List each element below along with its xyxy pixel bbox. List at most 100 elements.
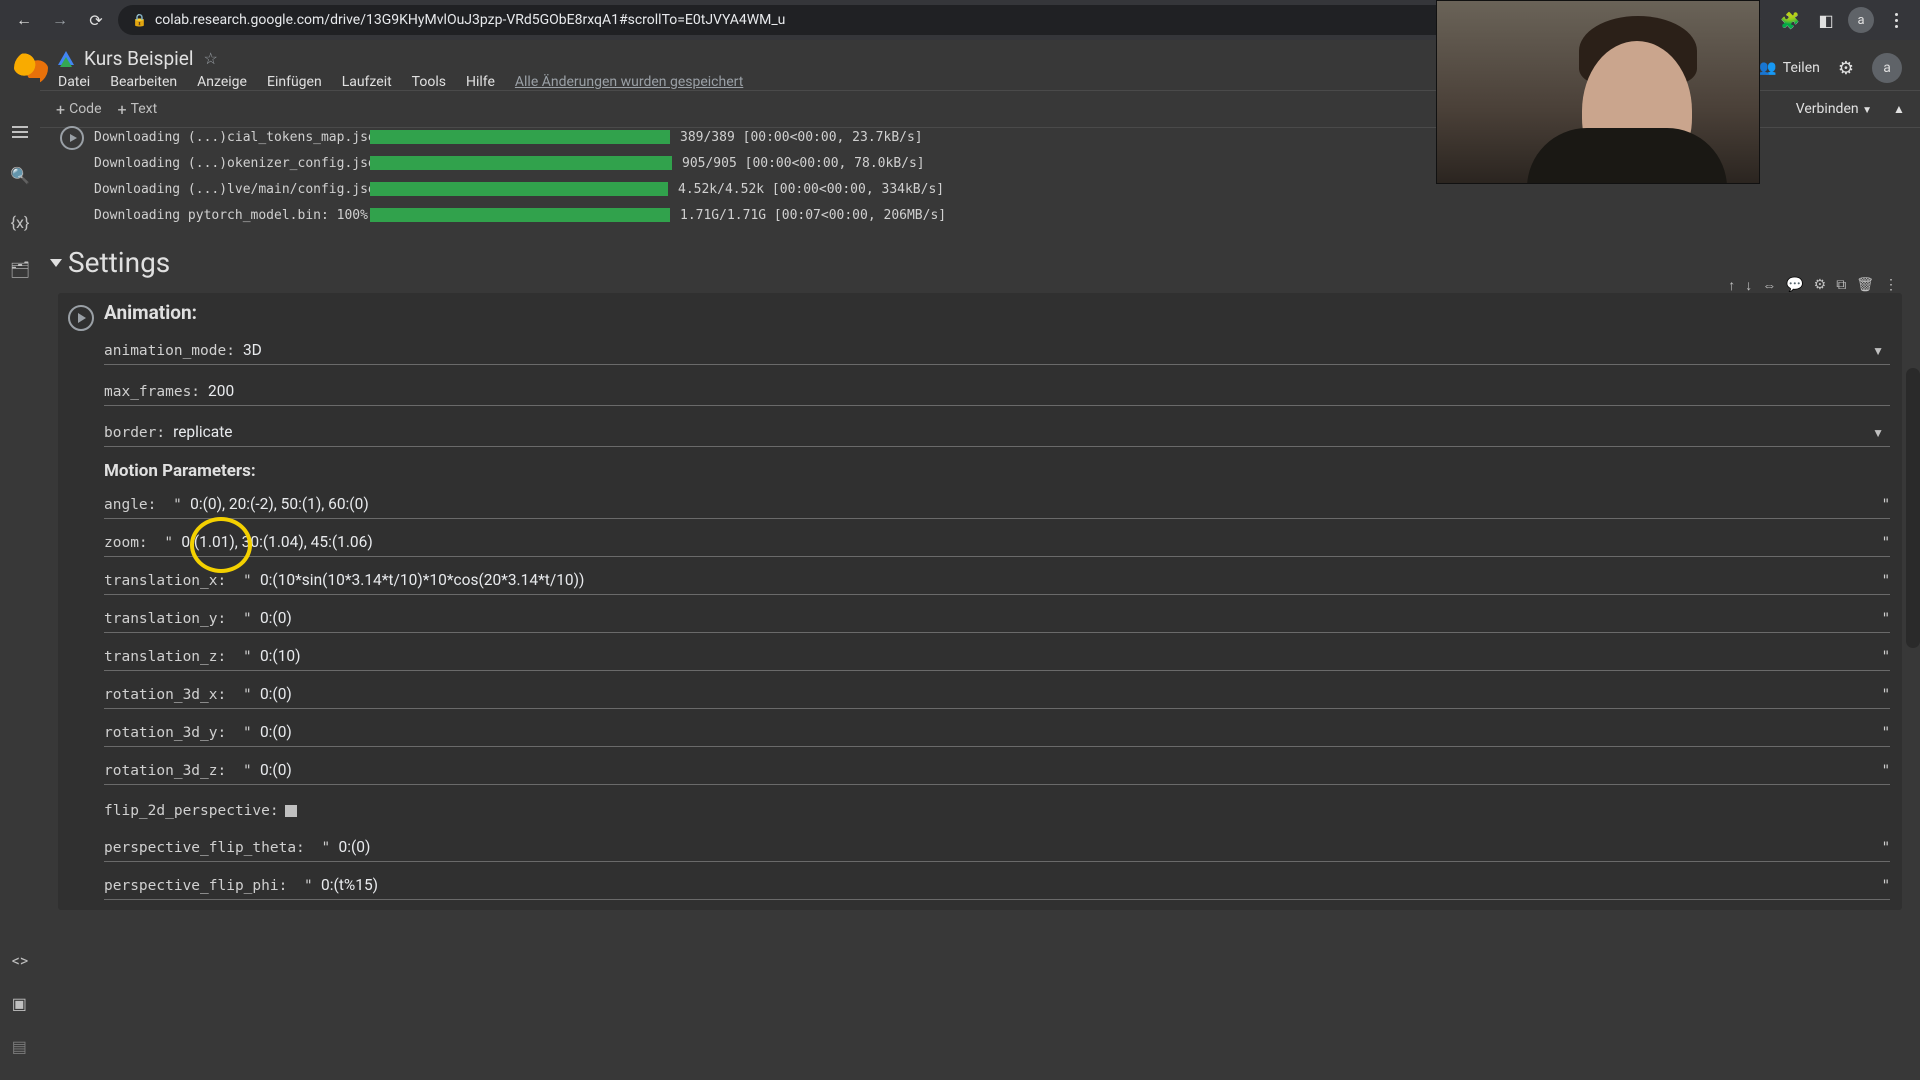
label: rotation_3d_x: <box>104 687 226 708</box>
label: max_frames: <box>104 384 200 405</box>
add-comment-icon[interactable]: 💬 <box>1786 277 1803 294</box>
command-palette-icon[interactable]: ▤ <box>12 1037 29 1056</box>
menu-tools[interactable]: Tools <box>412 74 446 90</box>
chevron-down-icon: ▼ <box>1872 344 1890 364</box>
open-quote: " <box>226 649 260 670</box>
notebook-main: Downloading (...)cial_tokens_map.json: 1… <box>40 118 1920 1080</box>
label: translation_y: <box>104 611 226 632</box>
value: 0:(1.01), 30:(1.04), 45:(1.06) <box>181 533 1881 556</box>
reload-icon[interactable]: ⟳ <box>82 6 110 34</box>
side-panel-icon[interactable]: ◧ <box>1812 6 1840 34</box>
close-quote: " <box>1882 573 1890 594</box>
value: 3D <box>235 338 1872 364</box>
close-quote: " <box>1882 840 1890 861</box>
field-border[interactable]: border: replicate ▼ <box>104 420 1890 447</box>
field-flip-2d-perspective[interactable]: flip_2d_perspective: <box>104 803 1890 824</box>
field-translation-y[interactable]: translation_y: " 0:(0) " <box>104 609 1890 633</box>
open-quote: " <box>156 497 190 518</box>
value: replicate <box>165 420 1872 446</box>
progress-bar <box>370 182 668 196</box>
menu-icon[interactable] <box>1882 6 1910 34</box>
add-code-button[interactable]: +Code <box>56 100 102 119</box>
value: 0:(10) <box>260 647 1882 670</box>
progress-bar <box>370 156 672 170</box>
field-perspective-flip-phi[interactable]: perspective_flip_phi: " 0:(t%15) " <box>104 876 1890 900</box>
field-max-frames[interactable]: max_frames: 200 <box>104 379 1890 406</box>
save-status[interactable]: Alle Änderungen wurden gespeichert <box>515 74 743 90</box>
field-perspective-flip-theta[interactable]: perspective_flip_theta: " 0:(0) " <box>104 838 1890 862</box>
label: angle: <box>104 497 156 518</box>
download-row: Downloading pytorch_model.bin: 100% 1.71… <box>94 202 1902 228</box>
cell-more-icon[interactable]: ⋮ <box>1884 277 1898 294</box>
menu-bar: Datei Bearbeiten Anzeige Einfügen Laufze… <box>58 74 1645 90</box>
field-translation-z[interactable]: translation_z: " 0:(10) " <box>104 647 1890 671</box>
field-rotation-3d-y[interactable]: rotation_3d_y: " 0:(0) " <box>104 723 1890 747</box>
code-snippets-icon[interactable]: <> <box>12 951 29 970</box>
field-rotation-3d-z[interactable]: rotation_3d_z: " 0:(0) " <box>104 761 1890 785</box>
value: 0:(0) <box>260 685 1882 708</box>
open-quote: " <box>226 763 260 784</box>
variables-icon[interactable]: {x} <box>11 213 30 232</box>
run-form-cell-button[interactable] <box>68 305 94 331</box>
terminal-icon[interactable]: ▣ <box>12 994 29 1013</box>
menu-edit[interactable]: Bearbeiten <box>110 74 177 90</box>
star-icon[interactable]: ☆ <box>203 49 217 68</box>
download-stats: 4.52k/4.52k [00:00<00:00, 334kB/s] <box>678 182 944 197</box>
open-quote: " <box>226 687 260 708</box>
label: border: <box>104 425 165 446</box>
label: rotation_3d_z: <box>104 763 226 784</box>
settings-gear-icon[interactable]: ⚙ <box>1838 58 1854 79</box>
section-settings[interactable]: Settings <box>50 246 1902 279</box>
field-translation-x[interactable]: translation_x: " 0:(10*sin(10*3.14*t/10)… <box>104 571 1890 595</box>
document-title[interactable]: Kurs Beispiel <box>84 47 193 70</box>
menu-file[interactable]: Datei <box>58 74 90 90</box>
mirror-cell-icon[interactable]: ⧉ <box>1836 277 1846 294</box>
delete-cell-icon[interactable]: 🗑 <box>1856 277 1874 294</box>
cell-toolbar: ↑ ↓ ⇔ 💬 ⚙ ⧉ 🗑 ⋮ <box>1728 277 1898 294</box>
collapse-header-button[interactable]: ▲ <box>1888 98 1910 120</box>
close-quote: " <box>1882 725 1890 746</box>
form-cell: ↑ ↓ ⇔ 💬 ⚙ ⧉ 🗑 ⋮ Animation: animation_mod… <box>58 293 1902 910</box>
link-cell-icon[interactable]: ⇔ <box>1762 277 1776 294</box>
user-avatar[interactable]: a <box>1872 53 1902 83</box>
download-label: Downloading (...)lve/main/config.json: 1… <box>94 182 364 197</box>
label: translation_z: <box>104 649 226 670</box>
label: perspective_flip_phi: <box>104 878 287 899</box>
download-label: Downloading (...)cial_tokens_map.json: 1… <box>94 130 364 145</box>
add-text-button[interactable]: +Text <box>118 100 158 119</box>
value: 200 <box>200 379 1890 405</box>
field-angle[interactable]: angle: " 0:(0), 20:(-2), 50:(1), 60:(0) … <box>104 495 1890 519</box>
cell-settings-icon[interactable]: ⚙ <box>1814 277 1827 294</box>
field-zoom[interactable]: zoom: " 0:(1.01), 30:(1.04), 45:(1.06) " <box>104 533 1890 557</box>
motion-parameters-title: Motion Parameters: <box>104 461 1890 481</box>
form-title: Animation: <box>104 301 1890 324</box>
download-stats: 389/389 [00:00<00:00, 23.7kB/s] <box>680 130 923 145</box>
close-quote: " <box>1882 497 1890 518</box>
label: flip_2d_perspective: <box>104 803 279 824</box>
menu-insert[interactable]: Einfügen <box>267 74 322 90</box>
share-button[interactable]: 👥Teilen <box>1759 60 1820 76</box>
value: 0:(t%15) <box>321 876 1882 899</box>
run-cell-button[interactable] <box>60 126 84 150</box>
scrollbar[interactable] <box>1906 368 1920 648</box>
find-icon[interactable]: 🔍 <box>10 166 30 185</box>
webcam-overlay <box>1436 0 1760 184</box>
checkbox[interactable] <box>285 805 297 817</box>
menu-runtime[interactable]: Laufzeit <box>342 74 392 90</box>
download-stats: 1.71G/1.71G [00:07<00:00, 206MB/s] <box>680 208 946 223</box>
toc-icon[interactable] <box>12 126 28 138</box>
back-icon[interactable]: ← <box>10 6 38 34</box>
profile-avatar[interactable]: a <box>1848 7 1874 33</box>
collapse-triangle-icon <box>50 259 62 267</box>
field-rotation-3d-x[interactable]: rotation_3d_x: " 0:(0) " <box>104 685 1890 709</box>
open-quote: " <box>226 573 260 594</box>
field-animation-mode[interactable]: animation_mode: 3D ▼ <box>104 338 1890 365</box>
close-quote: " <box>1882 878 1890 899</box>
menu-view[interactable]: Anzeige <box>197 74 247 90</box>
extensions-icon[interactable]: 🧩 <box>1776 6 1804 34</box>
files-icon[interactable]: 🗂 <box>10 260 30 279</box>
move-up-icon[interactable]: ↑ <box>1728 277 1735 294</box>
label: animation_mode: <box>104 343 235 364</box>
menu-help[interactable]: Hilfe <box>466 74 495 90</box>
move-down-icon[interactable]: ↓ <box>1745 277 1752 294</box>
